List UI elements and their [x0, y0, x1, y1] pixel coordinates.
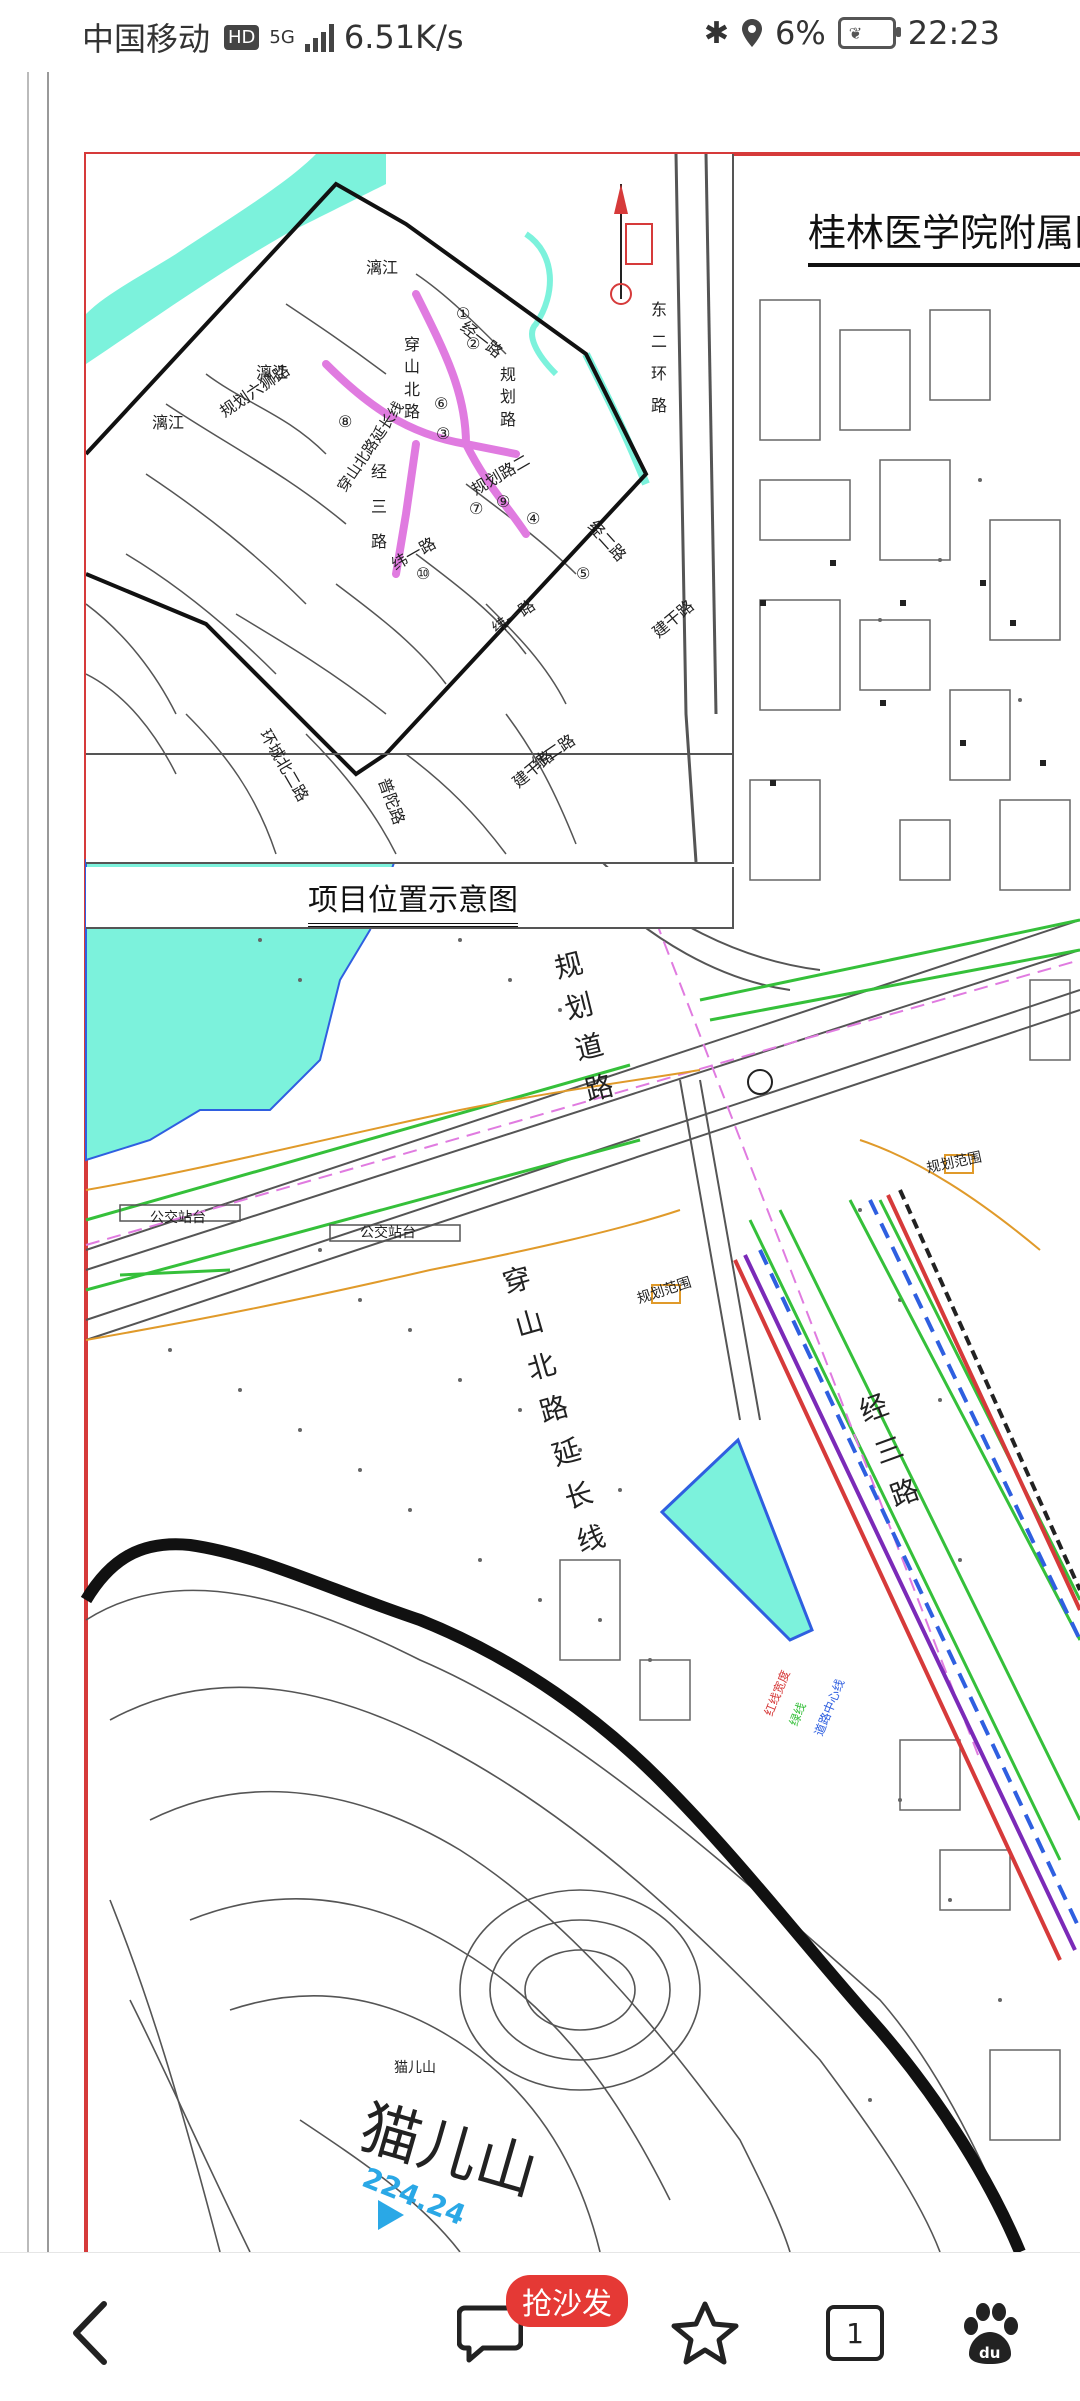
boundary-line [80, 1538, 1026, 2252]
north-arrow-icon [610, 184, 653, 305]
battery-icon: ❦ [837, 17, 901, 49]
inset-num-7: ⑦ [469, 499, 484, 518]
inset-label-jing3: 经三路 [371, 462, 388, 552]
inset-num-3: ③ [436, 424, 451, 443]
hospital-title: 桂林医学院附属医 [808, 202, 1080, 267]
status-right: ✱ 6% ❦ 22:23 [704, 14, 1000, 52]
inset-label-dong2: 东二环路 [651, 300, 668, 415]
inset-label-chuanshan: 穿山北路 [404, 335, 421, 422]
carrier-label: 中国移动 [82, 20, 211, 58]
inset-label-lijiang-1: 漓江 [366, 258, 399, 277]
label-bus-stop-2: 公交站台 [360, 1225, 416, 1241]
baidu-paw-icon: du [964, 2303, 1018, 2364]
inset-num-1: ① [456, 304, 471, 323]
battery-percent: 6% [775, 14, 826, 52]
inset-num-2: ② [466, 334, 481, 353]
sofa-badge[interactable]: 抢沙发 [506, 2275, 628, 2327]
label-mountain-small: 猫儿山 [394, 2060, 436, 2076]
inset-num-6: ⑥ [434, 394, 449, 413]
network-type: 5G [269, 26, 295, 48]
back-icon [73, 2301, 107, 2365]
baidu-button[interactable]: du [950, 2293, 1030, 2373]
inset-num-9: ⑨ [496, 492, 511, 511]
status-left: 中国移动 HD 5G 6.51K/s [82, 14, 464, 60]
signal-icon [304, 22, 334, 52]
tab-count: 1 [846, 2316, 864, 2350]
inset-num-10: ⑩ [416, 564, 431, 583]
location-icon [742, 19, 763, 47]
tabs-icon: 1 [826, 2305, 884, 2361]
tabs-button[interactable]: 1 [815, 2293, 895, 2373]
star-icon [671, 2301, 739, 2365]
label-bus-stop-1: 公交站台 [150, 1210, 206, 1226]
bottom-nav: 抢沙发 1 du [0, 2252, 1080, 2401]
pond [659, 1437, 814, 1642]
back-button[interactable] [50, 2293, 130, 2373]
favorite-button[interactable] [665, 2293, 745, 2373]
inset-title-text: 项目位置示意图 [308, 875, 518, 927]
inset-num-5: ⑤ [576, 564, 591, 583]
map-view[interactable]: 漓江 漓江 漓江 规划六狮路 东二环路 经一路 规划路 规划路二 穿山北路 穿山… [0, 72, 1080, 2252]
inset-num-8: ⑧ [338, 412, 353, 431]
status-time: 22:23 [907, 14, 1000, 52]
hd-badge: HD [224, 24, 260, 50]
inset-title-box: 项目位置示意图 [86, 867, 734, 929]
network-speed: 6.51K/s [343, 18, 464, 56]
status-bar: 中国移动 HD 5G 6.51K/s ✱ 6% ❦ 22:23 [0, 0, 1080, 72]
svg-text:du: du [979, 2344, 1000, 2362]
inset-num-4: ④ [526, 509, 541, 528]
inset-map[interactable]: 漓江 漓江 漓江 规划六狮路 东二环路 经一路 规划路 规划路二 穿山北路 穿山… [84, 153, 734, 864]
bluetooth-icon: ✱ [703, 15, 730, 51]
inset-label-guihua: 规划路 [500, 365, 517, 429]
inset-label-lijiang-3: 漓江 [152, 413, 185, 432]
